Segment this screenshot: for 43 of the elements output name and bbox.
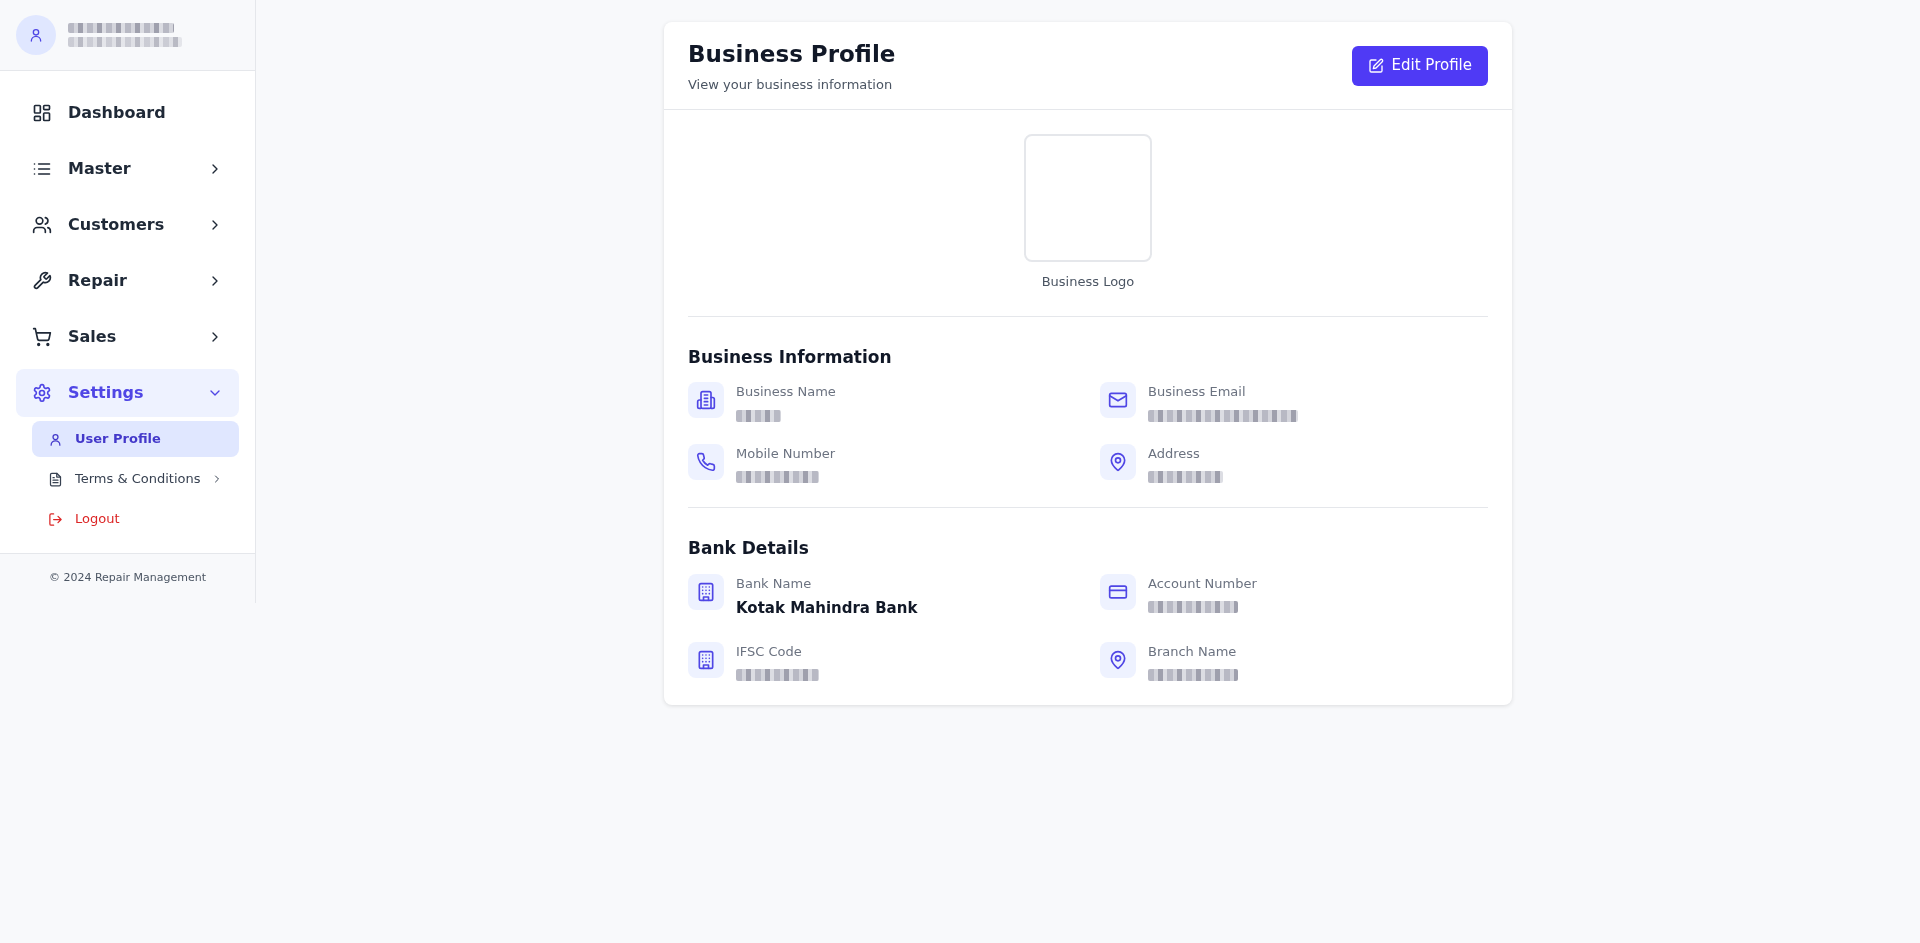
section-heading: Bank Details [688,537,810,560]
building-icon [696,390,716,410]
map-pin-icon [1108,649,1128,670]
edit-icon [1367,57,1384,74]
nav-item[interactable]: Settings [16,369,239,417]
building-icon [696,581,716,602]
logout-icon [48,511,63,527]
logo-caption: Business Logo [1041,273,1135,291]
field-label: Bank Name [736,574,813,593]
map-pin-icon [1108,451,1128,472]
nav-item[interactable]: Master [16,145,239,193]
submenu-item[interactable]: Terms & Conditions [32,461,239,497]
settings-icon [32,383,52,403]
users-icon [32,215,52,235]
nav-item[interactable]: Customers [16,201,239,249]
phone-icon [696,451,716,472]
field-label: Address [1148,444,1201,463]
field-label: Business Name [736,383,836,401]
field-label: IFSC Code [736,642,803,661]
section-heading: Business Information [688,345,893,369]
field-label: Account Number [1148,574,1257,593]
user-icon [48,431,63,447]
field-value: Kotak Mahindra Bank [736,598,918,619]
field-label: Mobile Number [736,444,835,463]
mail-icon [1108,390,1128,410]
document-icon [48,471,63,487]
cart-icon [32,327,52,347]
page-title: Business Profile [688,39,896,69]
submenu-item[interactable]: User Profile [32,421,239,457]
nav-item[interactable]: Dashboard [16,89,239,137]
nav-item[interactable]: Repair [16,257,239,305]
wrench-icon [32,271,52,291]
edit-profile-button[interactable]: Edit Profile [1351,45,1488,86]
user-icon [28,27,44,43]
nav-item[interactable]: Sales [16,313,239,361]
copyright-text: © 2024 Repair Management [48,570,207,587]
building-icon [696,649,716,670]
redacted-text [736,409,781,422]
grid-icon [32,103,52,123]
page-subtitle: View your business information [688,76,894,94]
submenu-item[interactable]: Logout [32,501,239,537]
field-label: Branch Name [1148,642,1238,661]
field-label: Business Email [1148,383,1247,401]
